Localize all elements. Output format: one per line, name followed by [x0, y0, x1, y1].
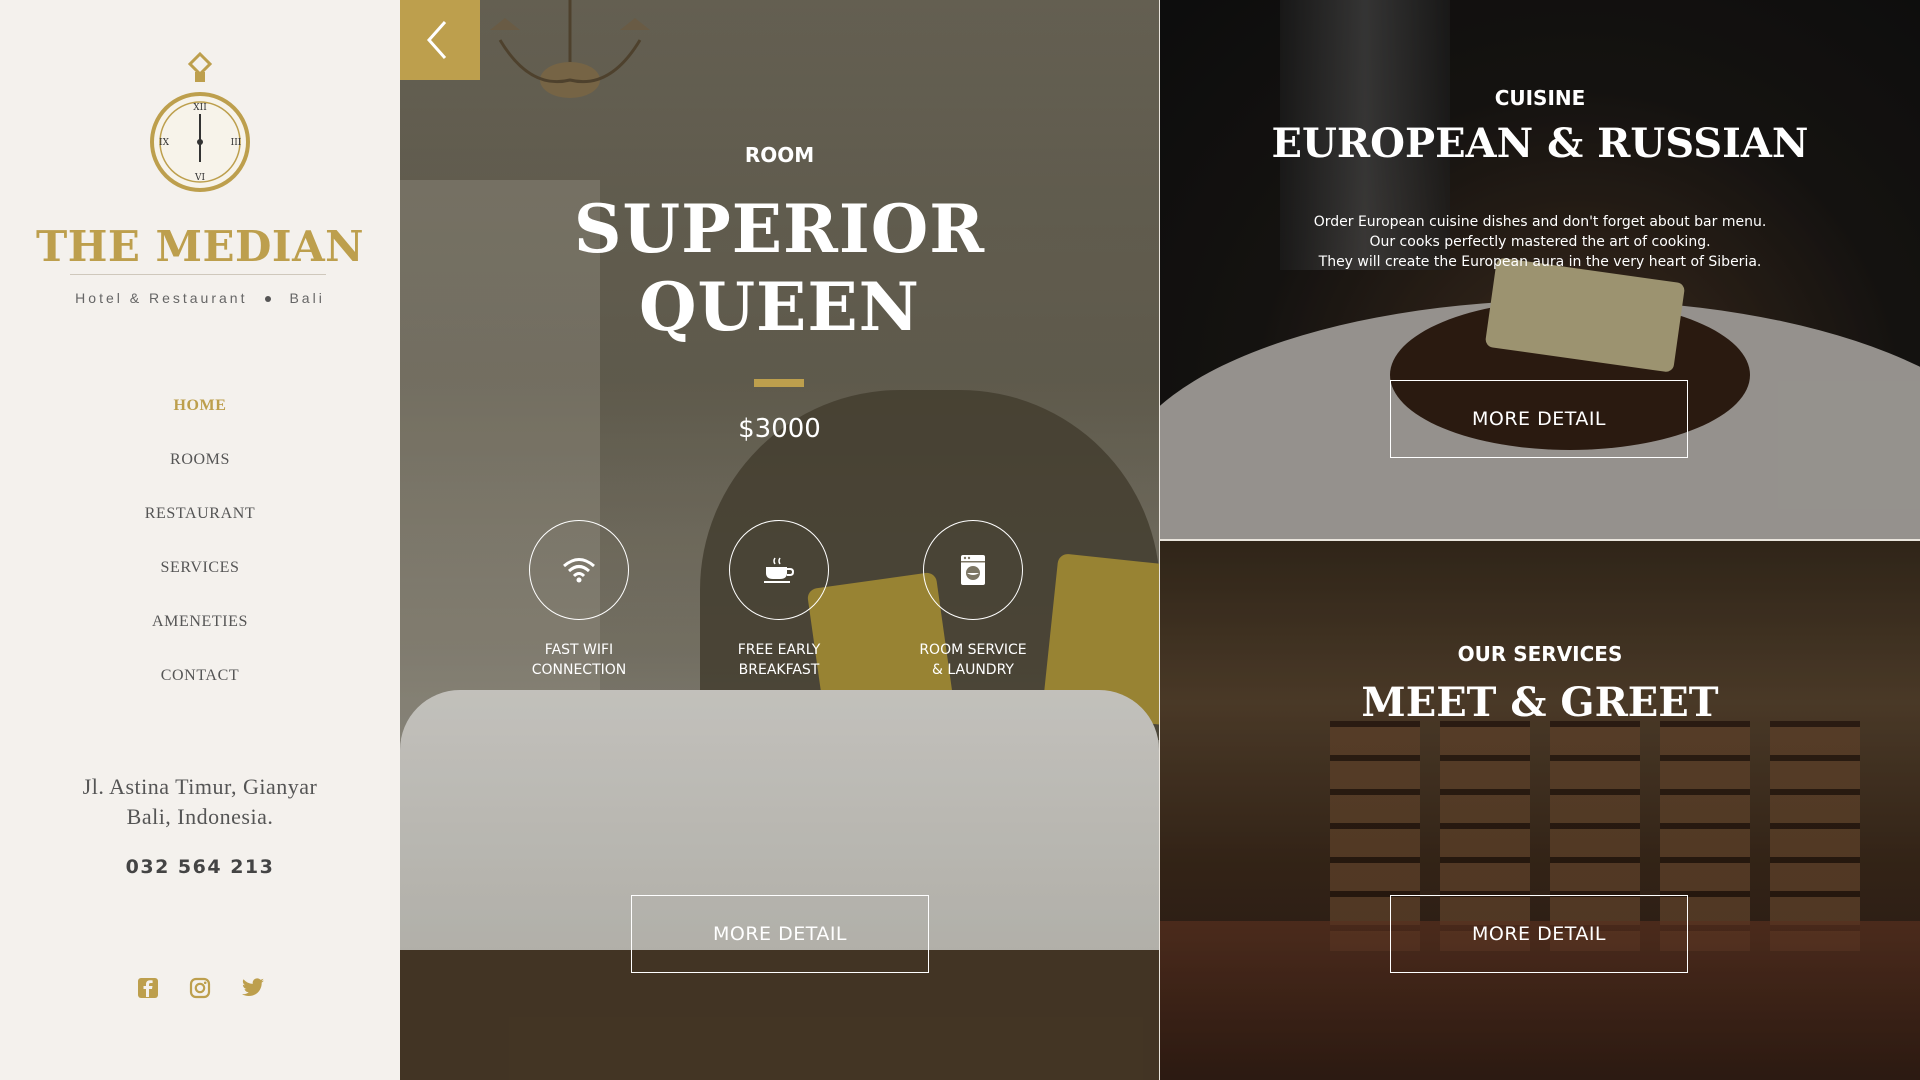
feature-breakfast-line-1: FREE EARLY	[737, 642, 821, 658]
wifi-icon	[529, 520, 629, 620]
brand-name[interactable]: THE MEDIAN	[0, 222, 400, 271]
feature-label: FREE EARLY BREAKFAST	[679, 640, 879, 680]
room-title: SUPERIOR QUEEN	[400, 190, 1159, 346]
services-panel: OUR SERVICES MEET & GREET MORE DETAIL	[1160, 541, 1920, 1080]
room-price: $3000	[738, 414, 821, 444]
feature-breakfast-line-2: BREAKFAST	[738, 662, 820, 678]
feature-wifi-line-2: CONNECTION	[531, 662, 627, 678]
address-line-1: Jl. Astina Timur, Gianyar	[82, 774, 318, 799]
svg-text:III: III	[231, 138, 242, 148]
cuisine-title: EUROPEAN & RUSSIAN	[1271, 120, 1809, 167]
coffee-cup-icon	[729, 520, 829, 620]
social-links	[0, 977, 400, 1004]
gold-accent-bar	[754, 379, 804, 387]
room-title-line-2: QUEEN	[639, 268, 920, 346]
feature-breakfast: FREE EARLY BREAKFAST	[679, 520, 879, 680]
svg-text:IX: IX	[159, 138, 170, 148]
room-title-line-1: SUPERIOR	[573, 190, 986, 268]
cuisine-panel: CUISINE EUROPEAN & RUSSIAN Order Europea…	[1160, 0, 1920, 539]
feature-label: FAST WIFI CONNECTION	[479, 640, 679, 680]
feature-laundry: ROOM SERVICE & LAUNDRY	[873, 520, 1073, 680]
brand-tagline: Hotel & Restaurant Bali	[0, 290, 400, 306]
pocket-watch-logo-icon[interactable]: XII VI III IX	[150, 51, 250, 198]
room-more-detail-button[interactable]: MORE DETAIL	[631, 895, 929, 973]
chevron-left-icon	[426, 21, 447, 59]
nav-home[interactable]: HOME	[0, 393, 400, 447]
room-kicker: ROOM	[744, 143, 815, 167]
feature-wifi: FAST WIFI CONNECTION	[479, 520, 679, 680]
services-kicker: OUR SERVICES	[1457, 642, 1623, 666]
cuisine-more-detail-button[interactable]: MORE DETAIL	[1390, 380, 1688, 458]
phone-number[interactable]: 032 564 213	[0, 856, 400, 878]
twitter-icon[interactable]	[241, 977, 265, 999]
svg-text:VI: VI	[194, 173, 205, 183]
feature-label: ROOM SERVICE & LAUNDRY	[873, 640, 1073, 680]
tagline-hotel: Hotel & Restaurant	[75, 290, 248, 306]
brand-divider	[70, 274, 326, 275]
tagline-dot	[265, 296, 272, 303]
nav-rooms[interactable]: ROOMS	[0, 447, 400, 501]
facebook-icon[interactable]	[137, 977, 159, 999]
back-button[interactable]	[400, 0, 480, 80]
feature-wifi-line-1: FAST WIFI	[544, 642, 614, 658]
feature-laundry-line-2: & LAUNDRY	[932, 662, 1014, 678]
room-panel: ROOM SUPERIOR QUEEN $3000 FAST WIFI CONN…	[400, 0, 1159, 1080]
address-line-2: Bali, Indonesia.	[126, 804, 274, 829]
feature-laundry-line-1: ROOM SERVICE	[919, 642, 1027, 658]
washing-machine-icon	[923, 520, 1023, 620]
cuisine-description: Order European cuisine dishes and don't …	[1160, 212, 1920, 272]
svg-text:XII: XII	[193, 103, 207, 113]
nav-contact[interactable]: CONTACT	[0, 663, 400, 717]
instagram-icon[interactable]	[189, 977, 211, 999]
services-overlay	[1160, 541, 1920, 1080]
cuisine-desc-line-1: Order European cuisine dishes and don't …	[1313, 214, 1767, 230]
sidebar: XII VI III IX THE MEDIAN Hotel & Restaur…	[0, 0, 400, 1080]
cuisine-kicker: CUISINE	[1494, 86, 1586, 110]
cuisine-desc-line-2: Our cooks perfectly mastered the art of …	[1369, 234, 1711, 250]
services-title: MEET & GREET	[1361, 679, 1719, 726]
cuisine-desc-line-3: They will create the European aura in th…	[1318, 254, 1762, 270]
nav-ameneties[interactable]: AMENETIES	[0, 609, 400, 663]
nav-services[interactable]: SERVICES	[0, 555, 400, 609]
nav-restaurant[interactable]: RESTAURANT	[0, 501, 400, 555]
address: Jl. Astina Timur, Gianyar Bali, Indonesi…	[0, 772, 400, 832]
tagline-location: Bali	[289, 290, 325, 306]
main-nav: HOME ROOMS RESTAURANT SERVICES AMENETIES…	[0, 393, 400, 717]
services-more-detail-button[interactable]: MORE DETAIL	[1390, 895, 1688, 973]
